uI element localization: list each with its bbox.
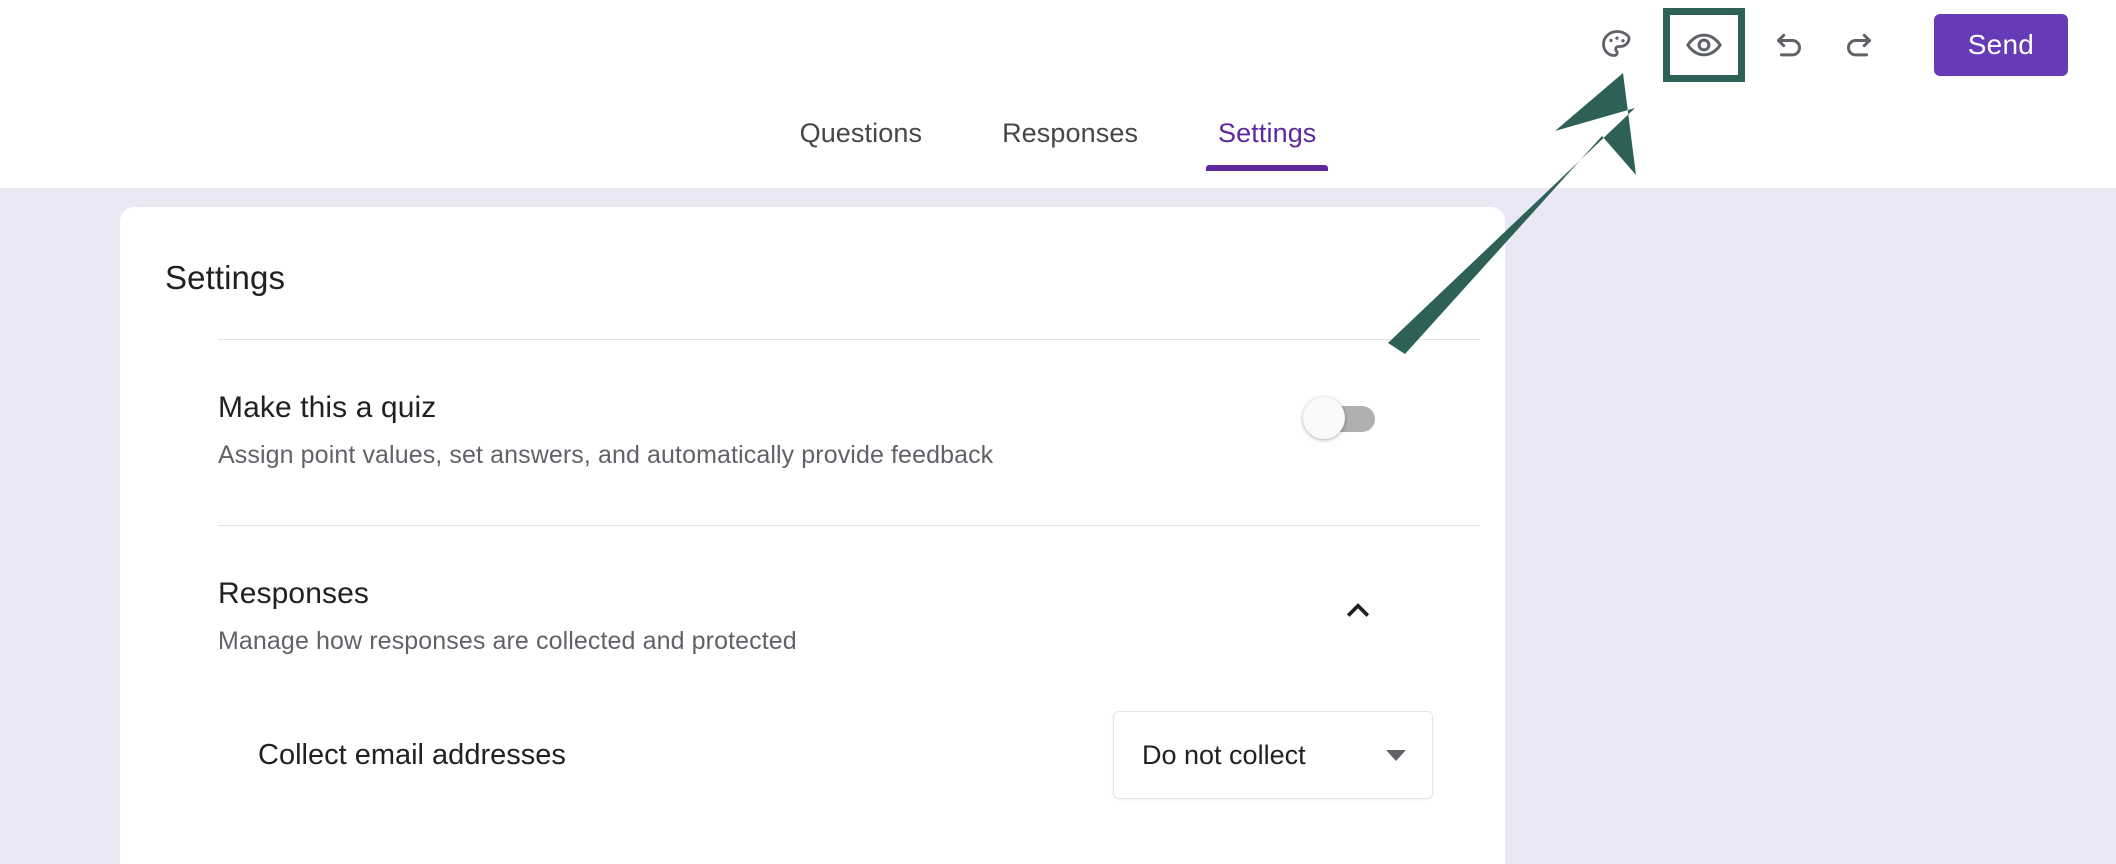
make-quiz-toggle[interactable]	[1303, 397, 1375, 439]
chevron-up-icon	[1341, 603, 1375, 631]
settings-card: Settings Make this a quiz Assign point v…	[120, 207, 1505, 864]
setting-row-make-quiz: Make this a quiz Assign point values, se…	[120, 340, 1505, 470]
collect-email-label: Collect email addresses	[258, 738, 566, 771]
preview-button[interactable]	[1669, 15, 1738, 75]
toolbar: Send	[1582, 10, 2068, 80]
setting-row-collect-email: Collect email addresses Do not collect	[120, 656, 1505, 799]
tab-questions[interactable]: Questions	[760, 118, 962, 171]
collect-email-value: Do not collect	[1142, 739, 1306, 770]
page-title: Settings	[165, 259, 286, 296]
undo-button[interactable]	[1758, 14, 1820, 76]
responses-title: Responses	[218, 577, 369, 610]
responses-text-block: Responses Manage how responses are colle…	[218, 577, 797, 656]
make-quiz-title: Make this a quiz	[218, 391, 437, 424]
redo-icon	[1841, 27, 1877, 63]
toggle-knob	[1303, 397, 1345, 439]
collect-email-select[interactable]: Do not collect	[1113, 711, 1433, 799]
tab-responses[interactable]: Responses	[962, 118, 1178, 171]
undo-icon	[1771, 27, 1807, 63]
send-button[interactable]: Send	[1933, 14, 2068, 76]
eye-icon	[1685, 26, 1723, 64]
responses-subtitle: Manage how responses are collected and p…	[218, 627, 797, 655]
make-quiz-text-block: Make this a quiz Assign point values, se…	[218, 391, 993, 470]
top-bar: Send Questions Responses Settings	[0, 0, 2116, 188]
setting-row-responses: Responses Manage how responses are colle…	[120, 526, 1505, 656]
caret-down-icon	[1386, 749, 1406, 761]
tab-bar: Questions Responses Settings	[0, 118, 2116, 171]
tab-settings[interactable]: Settings	[1178, 118, 1356, 171]
palette-icon	[1599, 27, 1635, 63]
page-body: Settings Make this a quiz Assign point v…	[0, 188, 2116, 864]
redo-button[interactable]	[1828, 14, 1890, 76]
theme-button[interactable]	[1586, 14, 1648, 76]
make-quiz-subtitle: Assign point values, set answers, and au…	[218, 441, 994, 469]
responses-collapse-button[interactable]	[1341, 593, 1375, 632]
